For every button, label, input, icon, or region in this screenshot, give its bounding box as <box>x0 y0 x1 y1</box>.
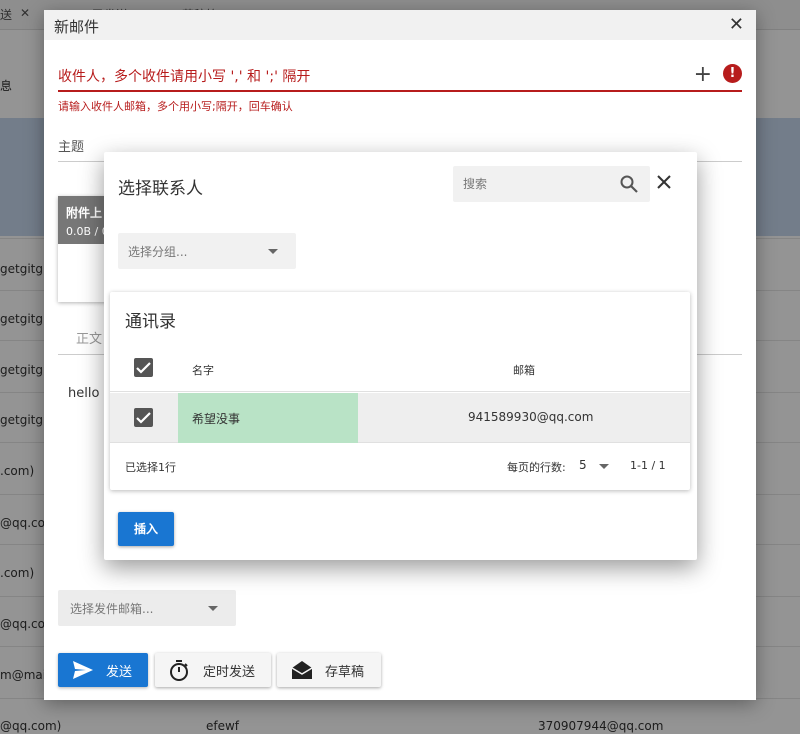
rows-per-page-label: 每页的行数: <box>507 461 566 474</box>
sender-select-placeholder: 选择发件邮箱... <box>70 602 154 616</box>
column-header-name[interactable]: 名字 <box>192 362 214 378</box>
body-editor[interactable]: hello <box>68 386 99 401</box>
column-header-email[interactable]: 邮箱 <box>513 362 535 378</box>
error-icon: ! <box>723 64 742 83</box>
subject-label: 主题 <box>58 140 85 155</box>
chevron-down-icon <box>599 464 609 469</box>
rows-per-page-select[interactable]: 5 <box>572 452 622 480</box>
dialog-title: 选择联系人 <box>118 179 203 199</box>
contact-search[interactable] <box>453 166 650 202</box>
send-button[interactable]: 发送 <box>58 653 148 687</box>
sender-select[interactable]: 选择发件邮箱... <box>58 590 236 626</box>
table-row[interactable]: 希望没事 941589930@qq.com <box>110 393 690 443</box>
save-draft-label: 存草稿 <box>325 665 365 680</box>
select-contacts-dialog: 选择联系人 选择分组... 通讯录 名字 邮箱 希望没事 941 <box>104 152 697 560</box>
envelope-open-icon <box>291 660 313 684</box>
address-book-title: 通讯录 <box>125 312 176 332</box>
compose-title: 新邮件 <box>54 18 100 36</box>
search-icon[interactable] <box>620 175 638 197</box>
selected-count: 已选择1行 <box>125 461 176 474</box>
table-header-row: 名字 邮箱 <box>110 344 690 392</box>
compose-header: 新邮件 ✕ <box>44 10 756 40</box>
contact-email: 941589930@qq.com <box>468 410 594 424</box>
contact-name: 希望没事 <box>192 412 241 426</box>
plus-icon[interactable]: + <box>694 62 712 87</box>
address-book-card: 通讯录 名字 邮箱 希望没事 941589930@qq.com 已选择1行 每页… <box>110 292 690 490</box>
recipient-error-hint: 请输入收件人邮箱，多个用小写;隔开，回车确认 <box>58 100 293 113</box>
close-icon[interactable] <box>656 174 672 194</box>
chevron-down-icon <box>268 249 278 254</box>
paper-plane-icon <box>72 660 94 684</box>
close-icon[interactable]: ✕ <box>729 14 744 35</box>
send-label: 发送 <box>106 665 133 680</box>
insert-button[interactable]: 插入 <box>118 512 174 546</box>
pagination-range: 1-1 / 1 <box>630 459 666 472</box>
group-select-placeholder: 选择分组... <box>128 245 188 259</box>
recipient-placeholder: 收件人，多个收件请用小写 ',' 和 ';' 隔开 <box>58 69 311 85</box>
row-checkbox[interactable] <box>134 408 153 427</box>
recipient-field[interactable]: 收件人，多个收件请用小写 ',' 和 ';' 隔开 + ! <box>58 62 742 92</box>
group-select[interactable]: 选择分组... <box>118 233 296 269</box>
name-cell[interactable]: 希望没事 <box>178 393 358 443</box>
search-input[interactable] <box>463 174 613 194</box>
stopwatch-icon <box>169 660 189 686</box>
rows-per-page-value: 5 <box>579 458 587 472</box>
save-draft-button[interactable]: 存草稿 <box>277 653 381 687</box>
select-all-checkbox[interactable] <box>134 358 153 377</box>
tab-body[interactable]: 正文 <box>76 328 102 347</box>
timed-send-button[interactable]: 定时发送 <box>155 653 271 687</box>
table-footer: 已选择1行 每页的行数: 5 1-1 / 1 <box>110 444 690 490</box>
chevron-down-icon <box>208 606 218 611</box>
timed-send-label: 定时发送 <box>203 665 256 680</box>
